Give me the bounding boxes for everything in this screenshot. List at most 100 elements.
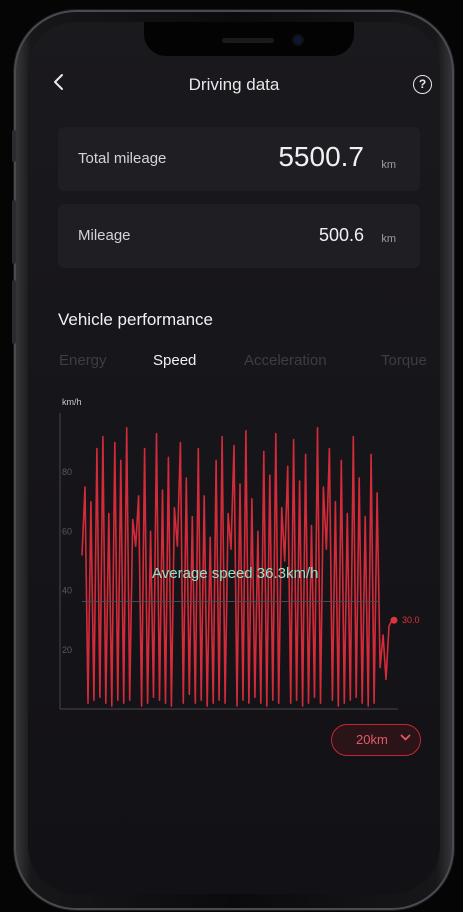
y-tick-label: 20 — [62, 645, 72, 655]
speed-data-point — [257, 530, 259, 532]
speed-data-point — [102, 436, 104, 438]
speed-data-point — [185, 477, 187, 479]
speed-data-point — [212, 702, 214, 704]
speed-data-point — [322, 486, 325, 488]
speed-data-point — [215, 459, 217, 461]
total-mileage-label: Total mileage — [78, 150, 167, 167]
speed-data-point — [138, 495, 140, 497]
y-tick-label: 60 — [62, 526, 72, 536]
speed-data-point — [230, 548, 232, 550]
speed-data-point — [266, 705, 268, 707]
mute-switch — [12, 130, 16, 162]
speed-data-point — [93, 699, 95, 701]
question-circle-icon[interactable]: ? — [413, 75, 432, 94]
speed-data-point — [242, 699, 244, 701]
speed-data-point — [114, 442, 116, 444]
speed-data-point — [182, 702, 184, 704]
speed-data-point — [385, 678, 387, 680]
speed-data-point — [158, 699, 161, 701]
speed-data-point — [245, 430, 247, 432]
tab-speed[interactable]: Speed — [153, 352, 196, 369]
chevron-down-icon — [400, 731, 411, 745]
speed-data-point — [388, 625, 390, 627]
speed-data-point — [188, 693, 190, 695]
speed-data-point — [293, 439, 295, 441]
speed-data-point — [328, 447, 331, 450]
speed-data-point — [367, 705, 369, 707]
speed-data-point — [379, 666, 381, 669]
vehicle-performance-title: Vehicle performance — [58, 310, 213, 329]
performance-tabs: Energy Speed Acceleration Torque — [28, 352, 440, 376]
y-tick-label: 40 — [62, 586, 72, 596]
speed-data-point — [304, 453, 307, 456]
speed-data-point — [361, 702, 363, 704]
speed-data-point — [218, 699, 220, 701]
volume-up-button — [12, 200, 16, 264]
speed-data-point — [325, 548, 328, 550]
speed-data-point — [99, 696, 101, 698]
speed-data-point — [105, 702, 107, 704]
speed-data-point — [316, 427, 319, 429]
mileage-unit: km — [381, 233, 396, 245]
speed-data-point — [191, 516, 193, 518]
speed-data-point — [284, 560, 286, 562]
range-selector-label: 20km — [356, 732, 388, 747]
speed-data-point — [346, 513, 348, 515]
speed-data-point — [349, 699, 351, 701]
speed-data-point — [307, 702, 310, 704]
y-tick-label: 80 — [62, 467, 72, 477]
front-camera — [294, 36, 302, 44]
speed-data-point — [206, 705, 208, 707]
speed-data-point — [126, 427, 128, 429]
average-speed-label: Average speed 36.3km/h — [152, 565, 319, 582]
mileage-card: Mileage 500.6 km — [58, 204, 420, 268]
speed-data-point — [221, 436, 223, 438]
speed-chart: km/h 20 40 60 80 Average speed 36.3km/h 30.… — [59, 397, 420, 710]
speed-data-point — [81, 554, 83, 556]
last-value-label: 30.0 — [402, 615, 420, 625]
speed-data-point — [108, 513, 110, 515]
speed-data-point — [143, 447, 146, 450]
speed-data-point — [179, 442, 181, 444]
tab-torque[interactable]: Torque — [381, 352, 427, 369]
speed-data-point — [364, 516, 366, 518]
speed-data-point — [236, 705, 238, 707]
total-mileage-unit: km — [381, 159, 396, 171]
speed-data-point — [135, 545, 137, 547]
earpiece-speaker — [222, 38, 274, 43]
speed-data-point — [224, 702, 226, 704]
y-axis-unit-label: km/h — [62, 397, 82, 407]
speed-data-point — [355, 696, 357, 698]
speed-data-point — [197, 447, 199, 450]
speed-data-point — [263, 450, 265, 453]
last-value-dot — [390, 616, 398, 624]
speed-data-point — [155, 433, 158, 435]
tab-energy[interactable]: Energy — [59, 352, 107, 369]
total-mileage-value: 5500.7 — [278, 141, 364, 172]
speed-data-point — [260, 702, 262, 704]
page-title: Driving data — [188, 75, 280, 94]
speed-data-point — [272, 699, 274, 701]
speed-data-point — [340, 459, 342, 461]
speed-data-point — [298, 480, 301, 482]
speed-data-point — [227, 513, 229, 515]
tab-acceleration[interactable]: Acceleration — [244, 352, 327, 369]
range-selector-button[interactable]: 20km — [331, 724, 421, 756]
speed-data-point — [87, 702, 89, 704]
speed-data-point — [203, 495, 205, 497]
speed-data-point — [129, 699, 131, 701]
speed-data-point — [373, 702, 375, 704]
speed-data-point — [167, 456, 170, 458]
speed-data-point — [370, 453, 372, 456]
speed-data-point — [275, 433, 277, 435]
speed-data-point — [301, 705, 304, 707]
speed-data-point — [352, 436, 354, 438]
speed-data-point — [248, 702, 250, 704]
speed-data-point — [337, 705, 339, 707]
volume-down-button — [12, 280, 16, 344]
speed-data-point — [239, 483, 241, 485]
navigation-bar: Driving data ? — [28, 70, 440, 100]
speed-data-point — [287, 465, 289, 467]
speed-data-point — [251, 498, 253, 500]
speed-data-point — [376, 492, 378, 494]
